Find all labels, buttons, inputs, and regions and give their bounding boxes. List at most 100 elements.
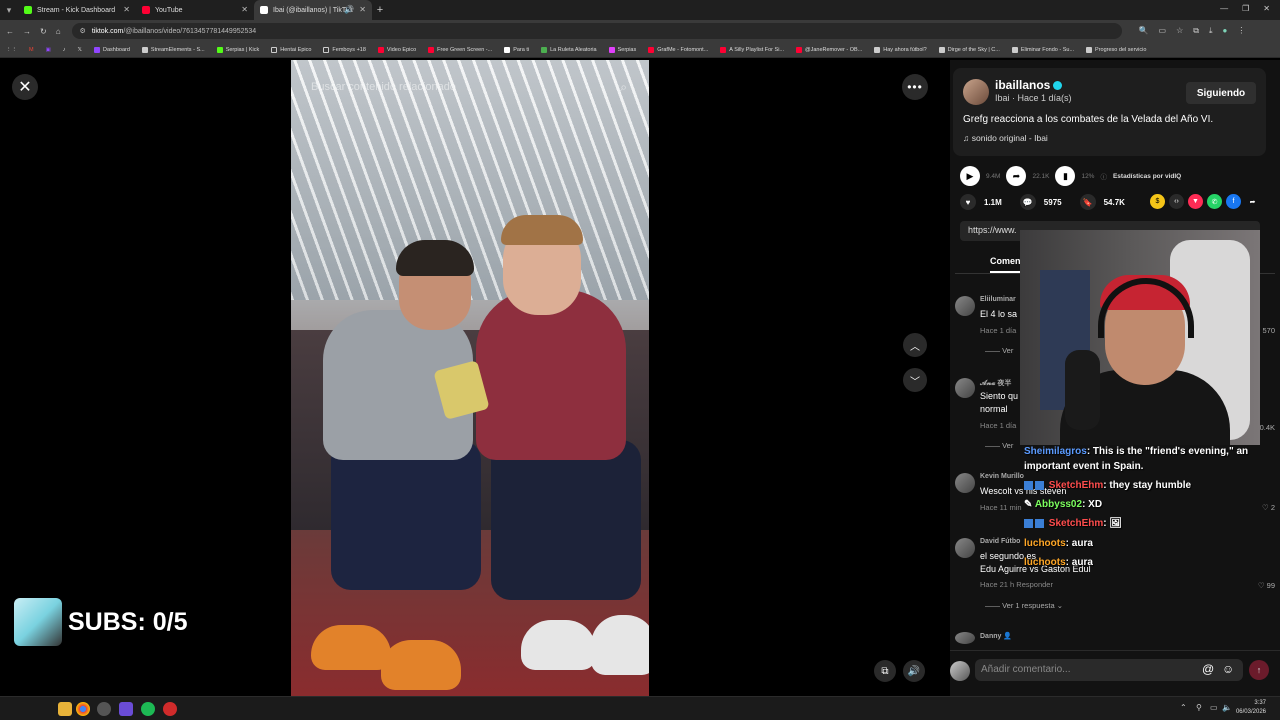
sound-link[interactable]: ♫ sonido original - Ibai [963, 133, 1048, 143]
tab-comments[interactable]: Comen [990, 256, 1021, 273]
bookmark-item[interactable]: Serpias | Kick [216, 46, 259, 53]
bookmark-item[interactable]: Dashboard [93, 46, 130, 53]
coin-share-icon[interactable]: $ [1150, 194, 1165, 209]
usb-icon[interactable]: ⚲ [1196, 703, 1202, 712]
cast-icon[interactable]: ▭ [1159, 26, 1167, 36]
related-search-input[interactable]: Buscar contenido relacionado ⌕ [291, 74, 649, 100]
view-replies-button[interactable]: —— Ver 1 respuesta ⌄ [985, 601, 1063, 610]
commenter-name[interactable]: Danny 👤 [980, 632, 1012, 640]
bookmark-item[interactable]: Serpias [608, 46, 636, 53]
app-icon[interactable] [119, 702, 133, 716]
volume-icon[interactable]: 🔈 [1222, 703, 1232, 712]
close-tab-icon[interactable]: ✕ [359, 5, 366, 14]
new-tab-button[interactable]: + [372, 4, 388, 16]
more-options-button[interactable]: ••• [902, 74, 928, 100]
close-tab-icon[interactable]: ✕ [241, 5, 248, 14]
creator-avatar[interactable] [963, 79, 989, 105]
commenter-name[interactable]: Kevin Murillo [980, 473, 1024, 480]
profile-icon[interactable]: ● [1223, 26, 1228, 36]
emoji-icon[interactable]: ☺ [1222, 662, 1234, 676]
extensions-icon[interactable]: ⧉ [1193, 26, 1199, 36]
tab-kick-dashboard[interactable]: Stream - Kick Dashboard ✕ [18, 0, 136, 20]
previous-video-button[interactable]: ︿ [903, 333, 927, 357]
miniplayer-button[interactable]: ⧉ [874, 660, 896, 682]
like-button[interactable]: ♥ [960, 194, 976, 210]
bookmark-item[interactable]: La Ruleta Aleatoria [541, 46, 597, 53]
tiktok-bookmark-icon[interactable]: ♪ [63, 47, 66, 53]
close-tab-icon[interactable]: ✕ [123, 5, 130, 14]
forward-icon[interactable]: → [23, 27, 31, 36]
minimize-icon[interactable]: — [1220, 4, 1228, 13]
send-icon[interactable]: ▼ [1188, 194, 1203, 209]
obs-icon[interactable] [97, 702, 111, 716]
commenter-avatar[interactable] [955, 296, 975, 316]
whatsapp-icon[interactable]: ✆ [1207, 194, 1222, 209]
bookmark-folder[interactable]: Femboys +18 [323, 46, 366, 53]
bookmark-item[interactable]: Dirge of the Sky | C... [938, 46, 1000, 53]
comment-button[interactable]: 💬 [1019, 194, 1036, 210]
following-button[interactable]: Siguiendo [1186, 82, 1256, 104]
commenter-avatar[interactable] [955, 538, 975, 558]
download-icon[interactable]: ⤓ [1209, 26, 1213, 36]
commenter-name[interactable]: Eliiluminar [980, 296, 1016, 303]
info-icon[interactable]: ⓘ [1100, 171, 1107, 181]
commenter-name[interactable]: 𝓐𝓷𝓪 夜半 [980, 378, 1011, 388]
share-more-icon[interactable]: ➦ [1245, 194, 1260, 209]
bookmark-item[interactable]: Free Green Screen -... [428, 46, 492, 53]
app-icon[interactable] [163, 702, 177, 716]
x-bookmark-icon[interactable]: 𝕏 [78, 47, 82, 53]
bookmark-item[interactable]: GrafMe - Fotomont... [648, 46, 708, 53]
comment-likes[interactable]: 570 [1262, 326, 1275, 335]
bookmark-folder[interactable]: Hentai Epico [271, 46, 311, 53]
bookmark-item[interactable]: Eliminar Fondo - Su... [1011, 46, 1074, 53]
next-video-button[interactable]: ﹀ [903, 368, 927, 392]
post-comment-button[interactable]: ↑ [1249, 660, 1269, 680]
close-viewer-button[interactable]: ✕ [12, 74, 38, 100]
vidiq-stats-label[interactable]: Estadísticas por vidIQ [1113, 173, 1181, 180]
creator-username[interactable]: ibaillanos [995, 78, 1063, 92]
commenter-avatar[interactable] [955, 632, 975, 644]
comment-likes[interactable]: 0.4K [1260, 423, 1275, 432]
bookmark-item[interactable]: Para ti [504, 46, 529, 53]
file-explorer-icon[interactable] [58, 702, 72, 716]
bookmark-item[interactable]: A Silly Playlist For Si... [720, 46, 784, 53]
gmail-bookmark-icon[interactable]: M [29, 47, 34, 53]
bookmark-item[interactable]: Progreso del servicio [1086, 46, 1146, 53]
commenter-name[interactable]: David Fútbo [980, 538, 1020, 545]
bookmark-star-icon[interactable]: ☆ [1176, 26, 1183, 36]
network-icon[interactable]: ▭ [1210, 703, 1218, 712]
close-window-icon[interactable]: ✕ [1263, 4, 1270, 13]
tab-tiktok[interactable]: Ibai (@ibaillanos) | TikTok 🔊 ✕ [254, 0, 372, 20]
bookmark-item[interactable]: @JaneRemover - OB... [796, 46, 862, 53]
search-icon[interactable]: ⌕ [620, 80, 627, 95]
bookmark-item[interactable]: Hay ahora fútbol? [874, 46, 927, 53]
restore-icon[interactable]: ❐ [1242, 4, 1249, 13]
url-bar[interactable]: ⚙ tiktok.com /@ibaillanos/video/76134577… [71, 23, 1122, 39]
tab-search-button[interactable]: ▾ [0, 0, 18, 20]
tray-chevron-icon[interactable]: ⌃ [1180, 703, 1187, 712]
video-player[interactable]: Buscar contenido relacionado ⌕ [291, 60, 649, 696]
commenter-avatar[interactable] [955, 378, 975, 398]
zoom-icon[interactable]: 🔍 [1139, 26, 1149, 36]
close-tab-icon[interactable]: 🔊 [344, 5, 354, 14]
twitch-bookmark-icon[interactable]: ▣ [46, 47, 51, 53]
comment-likes[interactable]: ♡ 99 [1258, 581, 1275, 590]
chrome-icon[interactable] [76, 702, 90, 716]
menu-icon[interactable]: ⋮ [1237, 26, 1245, 36]
commenter-avatar[interactable] [955, 473, 975, 493]
volume-button[interactable]: 🔊 [903, 660, 925, 682]
spotify-icon[interactable] [141, 702, 155, 716]
reload-icon[interactable]: ↻ [40, 27, 47, 36]
system-clock[interactable]: 3:37 06/03/2026 [1236, 699, 1266, 717]
save-button[interactable]: 🔖 [1079, 194, 1096, 210]
bookmark-item[interactable]: Video Epico [377, 46, 416, 53]
site-info-icon[interactable]: ⚙ [80, 27, 86, 35]
back-icon[interactable]: ← [6, 27, 14, 36]
mention-icon[interactable]: @ [1202, 662, 1214, 676]
home-icon[interactable]: ⌂ [56, 27, 61, 36]
view-replies-button[interactable]: —— Ver [985, 346, 1013, 355]
embed-icon[interactable]: ‹› [1169, 194, 1184, 209]
apps-icon[interactable]: ⋮⋮ [6, 47, 17, 53]
tab-youtube[interactable]: YouTube ✕ [136, 0, 254, 20]
facebook-icon[interactable]: f [1226, 194, 1241, 209]
